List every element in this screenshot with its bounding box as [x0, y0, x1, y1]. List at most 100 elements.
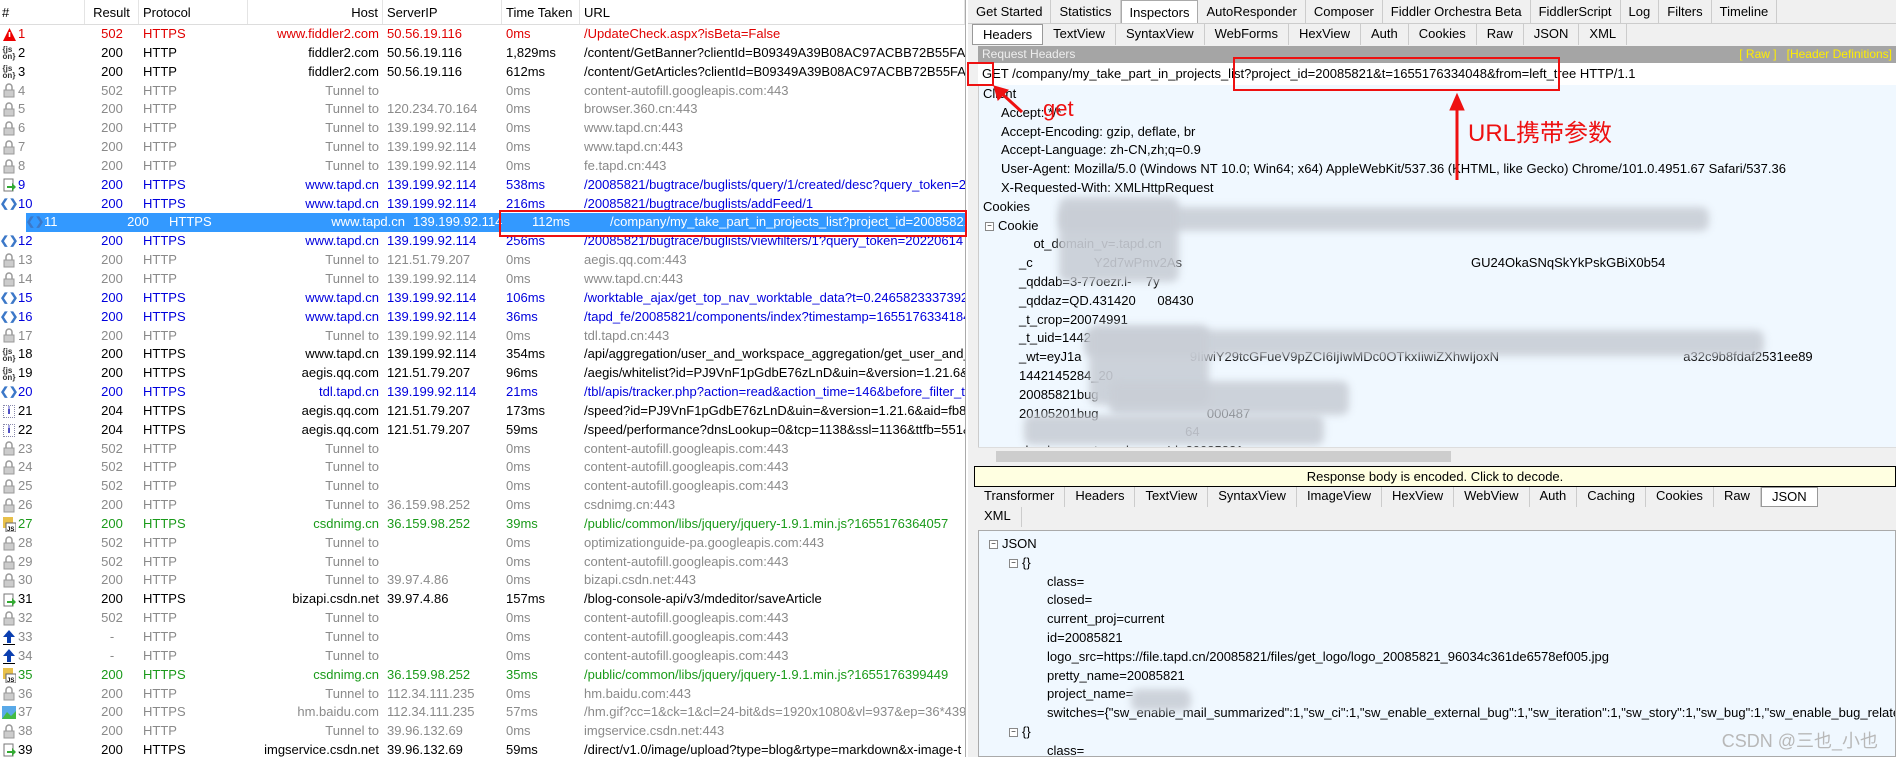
session-row[interactable]: 8 200 HTTP Tunnel to 139.199.92.114 0ms fe.tap… [0, 157, 965, 176]
session-row[interactable]: JS 35 200 HTTPS csdnimg.cn 36.159.98.252 35ms /… [0, 666, 965, 685]
col-protocol[interactable]: Protocol [139, 0, 248, 24]
response-tab-auth[interactable]: Auth [1530, 487, 1578, 507]
session-row[interactable]: i 22 204 HTTPS aegis.qq.com 121.51.79.207 59ms… [0, 421, 965, 440]
session-row[interactable]: 39 200 HTTPS imgservice.csdn.net 39.96.132.6… [0, 741, 965, 757]
decode-response-bar[interactable]: Response body is encoded. Click to decod… [974, 466, 1896, 487]
session-row[interactable]: 29 502 HTTP Tunnel to 0ms content-autofill.go… [0, 553, 965, 572]
tab-inspectors[interactable]: Inspectors [1120, 0, 1199, 23]
col-result[interactable]: Result [85, 0, 139, 24]
session-row[interactable]: 34 - HTTP Tunnel to 0ms content-autofill.goog… [0, 647, 965, 666]
response-tab-syntaxview[interactable]: SyntaxView [1208, 487, 1297, 507]
session-host: fiddler2.com [308, 63, 379, 79]
session-row[interactable]: {js on} 3 200 HTTP fiddler2.com 50.56.19.116 61… [0, 63, 965, 82]
session-list[interactable]: # Result Protocol Host ServerIP Time Tak… [0, 0, 966, 757]
session-row[interactable]: 37 200 HTTPS hm.baidu.com 112.34.111.235 57ms… [0, 703, 965, 722]
response-tab-webview[interactable]: WebView [1454, 487, 1530, 507]
session-row[interactable]: 1 502 HTTPS www.fiddler2.com 50.56.19.116 0ms… [0, 25, 965, 44]
session-time: 57ms [506, 704, 538, 720]
collapse-icon[interactable]: − [1009, 728, 1018, 738]
session-row[interactable]: {js on} 18 200 HTTPS www.tapd.cn 139.199.92.11… [0, 345, 965, 364]
request-tab-xml[interactable]: XML [1579, 24, 1628, 45]
session-row[interactable]: 4 502 HTTP Tunnel to 0ms content-autofill.goo… [0, 82, 965, 101]
raw-link[interactable]: [ Raw ] [1739, 47, 1776, 62]
response-tab-cookies[interactable]: Cookies [1646, 487, 1714, 507]
tab-filters[interactable]: Filters [1659, 0, 1712, 23]
session-row[interactable]: {js on} 2 200 HTTP fiddler2.com 50.56.19.116 1,… [0, 44, 965, 63]
session-row[interactable]: 26 200 HTTP Tunnel to 36.159.98.252 0ms csdnim… [0, 496, 965, 515]
response-tab-raw[interactable]: Raw [1714, 487, 1761, 507]
header-definitions-link[interactable]: [Header Definitions] [1787, 47, 1892, 62]
session-serverip: 36.159.98.252 [387, 515, 471, 531]
session-url: hm.baidu.com:443 [584, 685, 691, 701]
response-tab-headers[interactable]: Headers [1065, 487, 1136, 507]
col-serverip[interactable]: ServerIP [383, 0, 502, 24]
session-row[interactable]: 32 502 HTTP Tunnel to 0ms content-autofill.go… [0, 609, 965, 628]
session-row[interactable]: 9 200 HTTPS www.tapd.cn 139.199.92.114 538ms /… [0, 176, 965, 195]
session-row[interactable]: 25 502 HTTP Tunnel to 0ms content-autofill.go… [0, 477, 965, 496]
horizontal-scrollbar[interactable] [978, 447, 1896, 464]
session-row[interactable]: JS 27 200 HTTPS csdnimg.cn 36.159.98.252 39ms /… [0, 515, 965, 534]
session-row[interactable]: 6 200 HTTP Tunnel to 139.199.92.114 0ms www.ta… [0, 119, 965, 138]
request-tab-hexview[interactable]: HexView [1289, 24, 1362, 45]
col-time-taken[interactable]: Time Taken [502, 0, 580, 24]
session-row[interactable]: ❮❯ 10 200 HTTPS www.tapd.cn 139.199.92.114 216… [0, 195, 965, 214]
session-row[interactable]: ❮❯ 11 200 HTTPS www.tapd.cn 139.199.92.114 112… [26, 213, 965, 233]
lock-icon [2, 460, 16, 475]
session-row[interactable]: 24 502 HTTP Tunnel to 0ms content-autofill.go… [0, 458, 965, 477]
session-row[interactable]: 13 200 HTTP Tunnel to 121.51.79.207 0ms aegis.… [0, 251, 965, 270]
session-row[interactable]: 36 200 HTTP Tunnel to 112.34.111.235 0ms hm.ba… [0, 685, 965, 704]
json-object[interactable]: −{} [979, 554, 1895, 573]
request-tab-json[interactable]: JSON [1524, 24, 1580, 45]
tab-composer[interactable]: Composer [1306, 0, 1383, 23]
request-tab-syntaxview[interactable]: SyntaxView [1116, 24, 1205, 45]
session-row[interactable]: 31 200 HTTPS bizapi.csdn.net 39.97.4.86 157ms… [0, 590, 965, 609]
session-row[interactable]: 17 200 HTTP Tunnel to 139.199.92.114 0ms tdl.t… [0, 327, 965, 346]
session-time: 173ms [506, 402, 546, 418]
session-row[interactable]: 33 - HTTP Tunnel to 0ms content-autofill.goog… [0, 628, 965, 647]
session-row[interactable]: 38 200 HTTP Tunnel to 39.96.132.69 0ms imgserv… [0, 722, 965, 741]
collapse-icon[interactable]: − [1009, 558, 1018, 568]
response-tab-textview[interactable]: TextView [1135, 487, 1209, 507]
col-url[interactable]: URL [580, 0, 965, 24]
request-tab-raw[interactable]: Raw [1477, 24, 1524, 45]
session-row[interactable]: 23 502 HTTP Tunnel to 0ms content-autofill.go… [0, 440, 965, 459]
session-row[interactable]: 30 200 HTTP Tunnel to 39.97.4.86 0ms bizapi.cs… [0, 571, 965, 590]
response-tab-caching[interactable]: Caching [1577, 487, 1646, 507]
session-protocol: HTTP [143, 440, 177, 456]
col-id[interactable]: # [0, 0, 85, 24]
tab-log[interactable]: Log [1621, 0, 1660, 23]
response-tab-transformer[interactable]: Transformer [974, 487, 1066, 507]
request-tab-headers[interactable]: Headers [972, 24, 1044, 45]
request-tab-auth[interactable]: Auth [1361, 24, 1409, 45]
session-row[interactable]: i 21 204 HTTPS aegis.qq.com 121.51.79.207 173m… [0, 402, 965, 421]
request-tab-cookies[interactable]: Cookies [1409, 24, 1477, 45]
col-host[interactable]: Host [248, 0, 383, 24]
session-row[interactable]: 14 200 HTTP Tunnel to 139.199.92.114 0ms www.t… [0, 270, 965, 289]
tab-fiddler-orchestra-beta[interactable]: Fiddler Orchestra Beta [1383, 0, 1531, 23]
request-tab-webforms[interactable]: WebForms [1205, 24, 1289, 45]
session-row[interactable]: ❮❯ 12 200 HTTPS www.tapd.cn 139.199.92.114 256… [0, 232, 965, 251]
tab-fiddlerscript[interactable]: FiddlerScript [1531, 0, 1621, 23]
session-protocol: HTTP [143, 478, 177, 494]
session-row[interactable]: 7 200 HTTP Tunnel to 139.199.92.114 0ms www.ta… [0, 138, 965, 157]
session-row[interactable]: ❮❯ 15 200 HTTPS www.tapd.cn 139.199.92.114 106… [0, 289, 965, 308]
tab-autoresponder[interactable]: AutoResponder [1198, 0, 1306, 23]
session-row[interactable]: ❮❯ 20 200 HTTPS tdl.tapd.cn 139.199.92.114 21m… [0, 383, 965, 402]
session-row[interactable]: {js on} 19 200 HTTPS aegis.qq.com 121.51.79.20… [0, 364, 965, 383]
session-row[interactable]: 28 502 HTTP Tunnel to 0ms optimizationguide-p… [0, 534, 965, 553]
session-time: 0ms [506, 157, 531, 173]
json-root[interactable]: − JSON [979, 535, 1895, 554]
response-tab-json[interactable]: JSON [1760, 487, 1818, 507]
session-row[interactable]: ❮❯ 16 200 HTTPS www.tapd.cn 139.199.92.114 36m… [0, 308, 965, 327]
collapse-icon[interactable]: − [989, 540, 998, 550]
collapse-icon[interactable]: − [985, 221, 994, 231]
response-tab-hexview[interactable]: HexView [1382, 487, 1455, 507]
request-tab-textview[interactable]: TextView [1043, 24, 1116, 45]
tab-timeline[interactable]: Timeline [1712, 0, 1778, 23]
response-tab-imageview[interactable]: ImageView [1297, 487, 1383, 507]
session-result: 200 [101, 666, 123, 682]
tab-get-started[interactable]: Get Started [968, 0, 1052, 23]
tab-statistics[interactable]: Statistics [1051, 0, 1121, 23]
session-row[interactable]: 5 200 HTTP Tunnel to 120.234.70.164 0ms browse… [0, 100, 965, 119]
response-tab-xml[interactable]: XML [974, 507, 1022, 527]
